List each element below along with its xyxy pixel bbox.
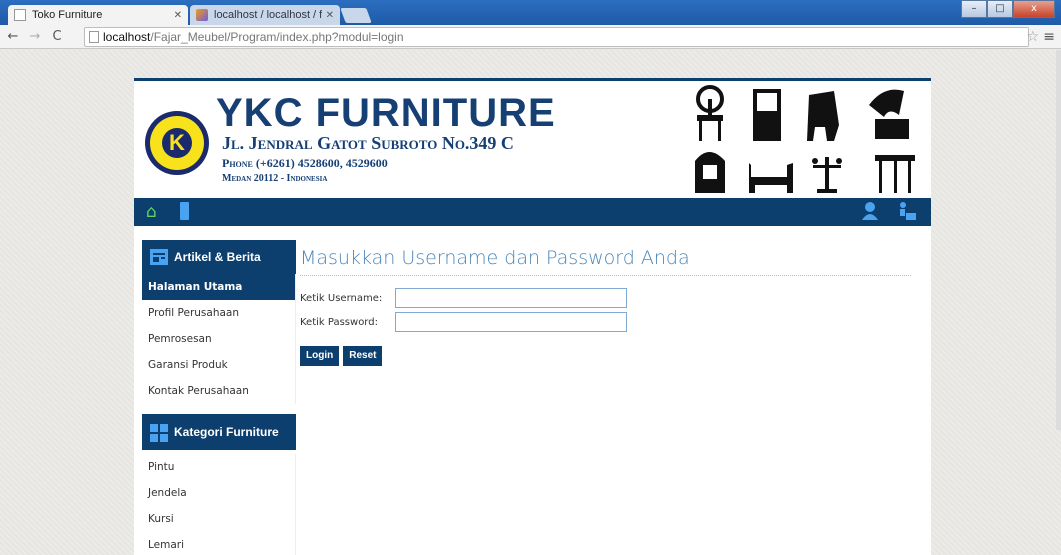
browser-tab-strip: Toko Furniture ✕ localhost / localhost /… bbox=[0, 0, 1061, 25]
brand-name: YKC FURNITURE bbox=[216, 91, 556, 135]
close-tab-icon[interactable]: ✕ bbox=[326, 10, 334, 21]
reload-icon[interactable]: C bbox=[48, 29, 66, 44]
login-title: Masukkan Username dan Password Anda bbox=[300, 240, 911, 276]
tab-title: localhost / localhost / faz bbox=[214, 9, 322, 21]
main-navbar: ⌂ bbox=[134, 198, 931, 226]
site-container: K YKC FURNITURE Jl. Jendral Gatot Subrot… bbox=[134, 78, 931, 555]
page-icon bbox=[89, 31, 99, 43]
home-icon[interactable]: ⌂ bbox=[146, 202, 157, 222]
window-controls: – □ x bbox=[961, 0, 1055, 18]
sidebar-item-halaman-utama[interactable]: Halaman Utama bbox=[142, 274, 296, 300]
site-header: K YKC FURNITURE Jl. Jendral Gatot Subrot… bbox=[134, 78, 931, 198]
url-input[interactable]: localhost/Fajar_Meubel/Program/index.php… bbox=[84, 27, 1029, 47]
back-icon[interactable]: ← bbox=[4, 29, 22, 44]
sidebar-item-kursi[interactable]: Kursi bbox=[142, 506, 296, 532]
url-path: /Fajar_Meubel/Program/index.php?modul=lo… bbox=[150, 30, 404, 44]
password-label: Ketik Password: bbox=[300, 316, 378, 328]
logo-letter: K bbox=[162, 128, 192, 158]
customer-icon[interactable] bbox=[898, 202, 916, 225]
username-input[interactable] bbox=[395, 288, 627, 308]
username-row: Ketik Username: bbox=[300, 286, 911, 310]
mobile-icon[interactable] bbox=[180, 202, 189, 225]
category-grid-icon bbox=[150, 424, 168, 442]
tab-title: Toko Furniture bbox=[32, 9, 103, 21]
sidebar: Artikel & Berita Halaman Utama Profil Pe… bbox=[142, 240, 296, 555]
username-label: Ketik Username: bbox=[300, 292, 383, 304]
company-phone: Phone (+6261) 4528600, 4529600 bbox=[222, 156, 388, 170]
article-icon bbox=[150, 249, 168, 265]
logo-ring: K bbox=[150, 116, 204, 170]
sidebar-item-kontak-perusahaan[interactable]: Kontak Perusahaan bbox=[142, 378, 296, 404]
ykc-logo: K bbox=[145, 111, 209, 175]
form-buttons: Login Reset bbox=[300, 346, 911, 366]
sidebar-item-profil-perusahaan[interactable]: Profil Perusahaan bbox=[142, 300, 296, 326]
tab-phpmyadmin[interactable]: localhost / localhost / faz ✕ bbox=[190, 5, 340, 25]
close-tab-icon[interactable]: ✕ bbox=[174, 10, 182, 21]
sidebar-item-pintu[interactable]: Pintu bbox=[142, 454, 296, 480]
menu-icon[interactable]: ≡ bbox=[1043, 29, 1055, 45]
sidebar-item-lemari[interactable]: Lemari bbox=[142, 532, 296, 555]
user-icon[interactable] bbox=[862, 202, 878, 225]
sidebar-section-articles: Artikel & Berita bbox=[142, 240, 296, 274]
password-input[interactable] bbox=[395, 312, 627, 332]
url-host: localhost bbox=[103, 30, 151, 44]
sidebar-section-title: Kategori Furniture bbox=[174, 425, 279, 439]
furniture-silhouettes-image bbox=[695, 85, 915, 193]
minimize-button[interactable]: – bbox=[961, 0, 987, 18]
page-icon bbox=[14, 9, 26, 21]
login-button[interactable]: Login bbox=[300, 346, 340, 366]
new-tab-button[interactable] bbox=[340, 8, 372, 23]
sidebar-item-jendela[interactable]: Jendela bbox=[142, 480, 296, 506]
tab-toko-furniture[interactable]: Toko Furniture ✕ bbox=[8, 5, 188, 25]
reset-button[interactable]: Reset bbox=[343, 346, 383, 366]
company-city: Medan 20112 - Indonesia bbox=[222, 173, 328, 184]
maximize-button[interactable]: □ bbox=[987, 0, 1013, 18]
forward-icon[interactable]: → bbox=[26, 29, 44, 44]
sidebar-section-categories: Kategori Furniture bbox=[142, 414, 296, 450]
login-panel: Masukkan Username dan Password Anda Keti… bbox=[300, 240, 911, 366]
sidebar-item-pemrosesan[interactable]: Pemrosesan bbox=[142, 326, 296, 352]
bookmark-star-icon[interactable]: ☆ bbox=[1026, 29, 1039, 45]
password-row: Ketik Password: bbox=[300, 310, 911, 334]
sidebar-item-garansi-produk[interactable]: Garansi Produk bbox=[142, 352, 296, 378]
close-window-button[interactable]: x bbox=[1013, 0, 1055, 18]
phpmyadmin-icon bbox=[196, 9, 208, 21]
company-address: Jl. Jendral Gatot Subroto No.349 C bbox=[222, 133, 514, 153]
sidebar-section-title: Artikel & Berita bbox=[174, 250, 261, 264]
address-bar-row: ← → C localhost/Fajar_Meubel/Program/ind… bbox=[0, 25, 1061, 49]
scrollbar[interactable] bbox=[1056, 50, 1061, 430]
